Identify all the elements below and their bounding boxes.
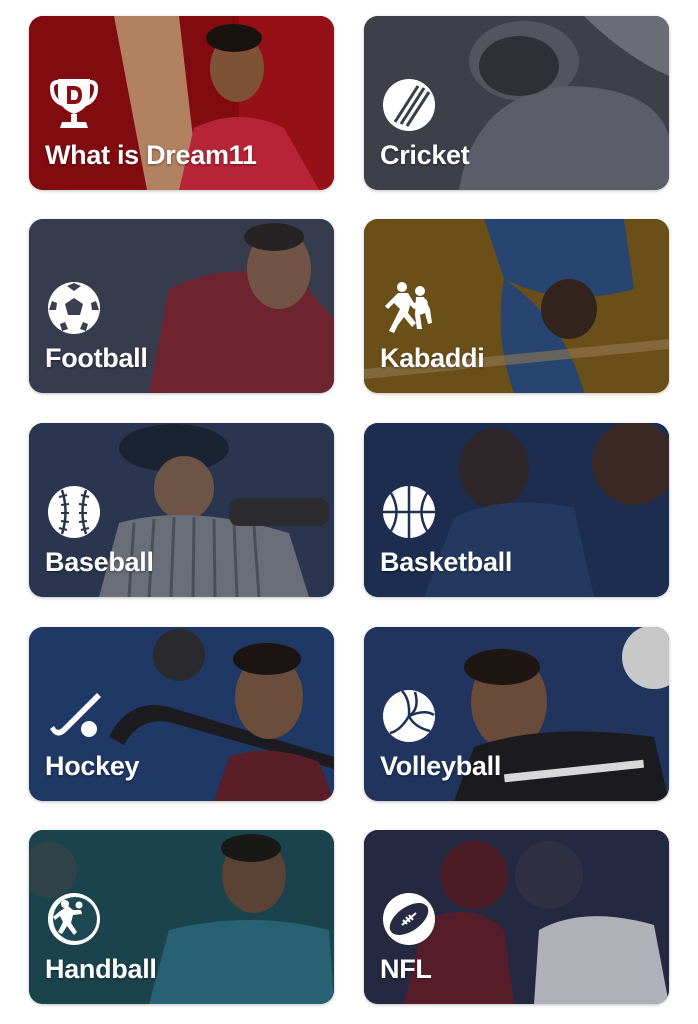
tile-label: What is Dream11 [45, 140, 257, 170]
american-football-icon [380, 890, 438, 948]
tile-cricket[interactable]: Cricket [364, 16, 669, 190]
tile-basketball[interactable]: Basketball [364, 423, 669, 597]
tile-label: NFL [380, 954, 432, 984]
tile-label: Handball [45, 954, 157, 984]
tile-label: Volleyball [380, 751, 502, 781]
football-icon [45, 279, 103, 337]
tile-hockey[interactable]: Hockey [29, 627, 334, 801]
tile-label: Kabaddi [380, 343, 485, 373]
tile-kabaddi[interactable]: Kabaddi [364, 219, 669, 393]
tile-volleyball[interactable]: Volleyball [364, 627, 669, 801]
tile-label: Football [45, 343, 148, 373]
tile-nfl[interactable]: NFL [364, 830, 669, 1004]
tile-football[interactable]: Football [29, 219, 334, 393]
volleyball-icon [380, 687, 438, 745]
hockey-stick-icon [45, 687, 103, 745]
dream11-trophy-icon [45, 76, 103, 134]
tile-what-is-dream11[interactable]: What is Dream11 [29, 16, 334, 190]
sports-grid: What is Dream11 Cricket Football Kabaddi… [0, 0, 698, 1024]
tile-baseball[interactable]: Baseball [29, 423, 334, 597]
baseball-icon [45, 483, 103, 541]
kabaddi-players-icon [380, 279, 438, 337]
tile-label: Hockey [45, 751, 140, 781]
tile-label: Baseball [45, 547, 154, 577]
cricket-ball-icon [380, 76, 438, 134]
tile-label: Cricket [380, 140, 470, 170]
handball-player-icon [45, 890, 103, 948]
tile-handball[interactable]: Handball [29, 830, 334, 1004]
basketball-icon [380, 483, 438, 541]
tile-label: Basketball [380, 547, 513, 577]
